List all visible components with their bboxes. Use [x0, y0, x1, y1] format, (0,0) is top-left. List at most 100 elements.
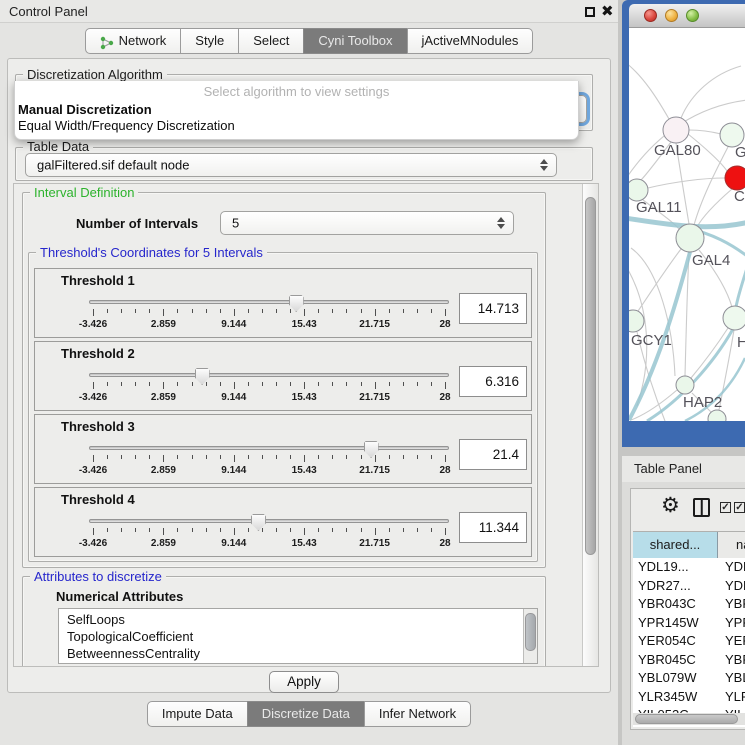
- algorithm-option[interactable]: Equal Width/Frequency Discretization: [18, 118, 235, 133]
- network-edge[interactable]: [689, 130, 721, 134]
- gear-icon[interactable]: ⚙: [661, 493, 680, 517]
- threshold-value-field[interactable]: 21.4: [459, 439, 527, 470]
- table-row[interactable]: YDR27...YDR27...: [633, 577, 745, 596]
- number-of-intervals-combobox[interactable]: 5: [220, 211, 514, 235]
- float-window-icon[interactable]: [585, 7, 595, 17]
- cell-shared-name[interactable]: YBL079W: [633, 669, 718, 688]
- tab-network[interactable]: Network: [85, 28, 182, 54]
- network-svg[interactable]: GAL80GACYGAL11GAL4GCY1HAHAP2: [629, 28, 745, 421]
- slider-track[interactable]: [89, 300, 449, 304]
- network-edge[interactable]: [697, 189, 732, 227]
- tab-style[interactable]: Style: [180, 28, 239, 54]
- list-scrollbar-thumb[interactable]: [525, 613, 536, 651]
- cell-name[interactable]: YDR27...: [718, 577, 745, 596]
- settings-scrollbar-thumb[interactable]: [585, 197, 596, 555]
- cell-name[interactable]: YBR045C: [718, 651, 745, 670]
- tab-cyni-toolbox[interactable]: Cyni Toolbox: [303, 28, 407, 54]
- tick-mark: [445, 309, 446, 316]
- node-table[interactable]: shared... name YDL19...YDL19...YDR27...Y…: [633, 531, 745, 727]
- table-row[interactable]: YDL19...YDL19...: [633, 558, 745, 577]
- cell-name[interactable]: YLR345W: [718, 688, 745, 707]
- checkbox-icon[interactable]: ✓: [720, 502, 731, 513]
- network-node-cy[interactable]: [725, 166, 745, 190]
- table-data-combobox[interactable]: galFiltered.sif default node: [25, 153, 557, 177]
- network-node-gal80[interactable]: [663, 117, 689, 143]
- network-node-gcy1[interactable]: [629, 310, 644, 332]
- network-edge[interactable]: [681, 66, 741, 118]
- tick-label: -3.426: [65, 465, 121, 476]
- zoom-traffic-light-icon[interactable]: [686, 9, 699, 22]
- threshold-slider[interactable]: -3.4262.8599.14415.4321.71528: [89, 441, 449, 483]
- cell-shared-name[interactable]: YPR145W: [633, 614, 718, 633]
- table-horizontal-scrollbar[interactable]: [633, 713, 745, 725]
- table-row[interactable]: YER054CYER054C: [633, 632, 745, 651]
- network-node-gal11[interactable]: [629, 179, 648, 201]
- threshold-slider[interactable]: -3.4262.8599.14415.4321.71528: [89, 514, 449, 556]
- network-window-titlebar[interactable]: [629, 4, 745, 28]
- table-panel-titlebar[interactable]: Table Panel: [622, 456, 745, 482]
- tick-label: 2.859: [135, 465, 191, 476]
- network-edge[interactable]: [736, 268, 745, 307]
- checkbox-icon[interactable]: ✓: [734, 502, 745, 513]
- cell-name[interactable]: YDL19...: [718, 558, 745, 577]
- list-scrollbar[interactable]: [523, 609, 537, 663]
- minimize-traffic-light-icon[interactable]: [665, 9, 678, 22]
- close-icon[interactable]: ✖: [601, 2, 614, 20]
- threshold-value-field[interactable]: 14.713: [459, 293, 527, 324]
- cell-shared-name[interactable]: YDL19...: [633, 558, 718, 577]
- threshold-slider[interactable]: -3.4262.8599.14415.4321.71528: [89, 368, 449, 410]
- cell-name[interactable]: YER054C: [718, 632, 745, 651]
- threshold-value-field[interactable]: 6.316: [459, 366, 527, 397]
- cell-name[interactable]: YPR145W: [718, 614, 745, 633]
- cell-name[interactable]: YBL079W: [718, 669, 745, 688]
- table-row[interactable]: YPR145WYPR145W: [633, 614, 745, 633]
- attribute-list-item[interactable]: BetweennessCentrality: [67, 646, 200, 661]
- network-canvas[interactable]: GAL80GACYGAL11GAL4GCY1HAHAP2: [629, 28, 745, 421]
- tab-infer-network[interactable]: Infer Network: [364, 701, 471, 727]
- apply-button[interactable]: Apply: [269, 671, 339, 693]
- attribute-list-item[interactable]: SelfLoops: [67, 612, 125, 627]
- slider-track[interactable]: [89, 446, 449, 450]
- network-edge[interactable]: [629, 62, 669, 119]
- tab-select[interactable]: Select: [238, 28, 304, 54]
- cell-name[interactable]: YBR043C: [718, 595, 745, 614]
- algorithm-option[interactable]: Manual Discretization: [18, 102, 152, 117]
- table-header-shared[interactable]: shared...: [633, 532, 718, 558]
- table-row[interactable]: YBL079WYBL079W: [633, 669, 745, 688]
- cell-shared-name[interactable]: YER054C: [633, 632, 718, 651]
- network-edge[interactable]: [648, 178, 725, 188]
- network-node-ha[interactable]: [723, 306, 745, 330]
- table-row[interactable]: YLR345WYLR345W: [633, 688, 745, 707]
- columns-icon[interactable]: [693, 498, 710, 517]
- tick-label: 9.144: [206, 319, 262, 330]
- cell-shared-name[interactable]: YBR043C: [633, 595, 718, 614]
- tick-label: -3.426: [65, 538, 121, 549]
- slider-track[interactable]: [89, 373, 449, 377]
- threshold-value-field[interactable]: 11.344: [459, 512, 527, 543]
- close-traffic-light-icon[interactable]: [644, 9, 657, 22]
- cell-shared-name[interactable]: YBR045C: [633, 651, 718, 670]
- table-row[interactable]: YBR043CYBR043C: [633, 595, 745, 614]
- slider-track[interactable]: [89, 519, 449, 523]
- network-node-hap2[interactable]: [676, 376, 694, 394]
- tick-mark: [332, 309, 333, 313]
- tick-mark: [192, 455, 193, 459]
- tab-impute-data[interactable]: Impute Data: [147, 701, 248, 727]
- attribute-list-item[interactable]: TopologicalCoefficient: [67, 629, 193, 644]
- table-row[interactable]: YBR045CYBR045C: [633, 651, 745, 670]
- tab-discretize-data[interactable]: Discretize Data: [247, 701, 365, 727]
- cell-shared-name[interactable]: YDR27...: [633, 577, 718, 596]
- table-hscrollbar-thumb[interactable]: [635, 714, 738, 724]
- cell-shared-name[interactable]: YLR345W: [633, 688, 718, 707]
- table-header-name[interactable]: name: [718, 532, 745, 558]
- tick-mark: [163, 309, 164, 316]
- network-edge[interactable]: [691, 328, 728, 378]
- slider-tick-labels: -3.4262.8599.14415.4321.71528: [89, 319, 449, 332]
- settings-scrollbar[interactable]: [582, 184, 598, 666]
- network-node-gal4[interactable]: [676, 224, 704, 252]
- control-panel-titlebar[interactable]: Control Panel ✖: [0, 0, 618, 23]
- tab-jactivemnodules[interactable]: jActiveMNodules: [407, 28, 534, 54]
- threshold-slider[interactable]: -3.4262.8599.14415.4321.71528: [89, 295, 449, 337]
- numerical-attributes-list[interactable]: SelfLoops TopologicalCoefficient Betweenne…: [58, 608, 538, 664]
- tick-mark: [431, 382, 432, 386]
